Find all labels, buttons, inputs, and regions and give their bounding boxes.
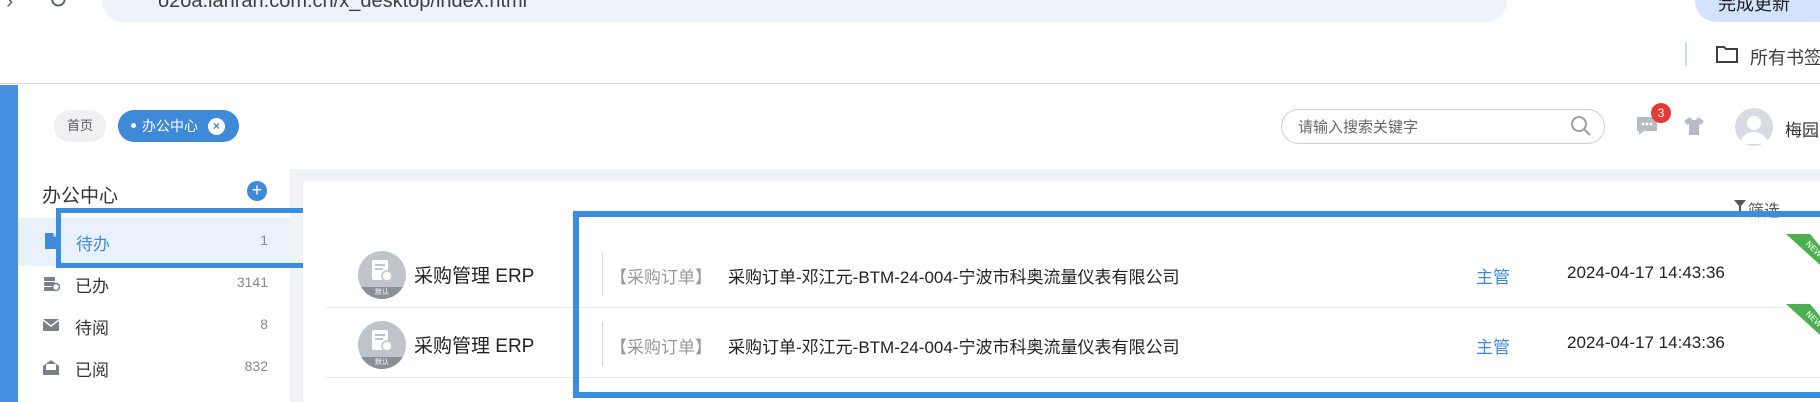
stack-icon: [44, 277, 60, 292]
todo-highlight-box: [56, 208, 312, 268]
app-badge: 默认: [358, 287, 406, 299]
app-icon: 默认: [358, 251, 406, 299]
sidebar-item-to-read[interactable]: 待阅 8: [18, 302, 290, 350]
sidebar-item-count: 832: [244, 358, 268, 374]
app-badge: 默认: [358, 357, 406, 369]
user-name[interactable]: 梅园: [1785, 116, 1819, 141]
update-button-label: 完成更新: [1718, 0, 1790, 14]
back-arrow-icon[interactable]: ›: [6, 0, 13, 14]
user-icon: [1740, 116, 1768, 144]
bookmarks-divider: [1685, 42, 1687, 66]
folder-icon[interactable]: [1715, 44, 1739, 64]
bookmarks-bar: [0, 30, 1820, 84]
sidebar-item-count: 8: [260, 316, 268, 332]
app-name: 采购管理 ERP: [414, 266, 535, 287]
reload-icon[interactable]: ↻: [48, 0, 68, 15]
shirt-icon[interactable]: [1683, 115, 1705, 137]
open-mail-icon: [43, 360, 59, 375]
form-icon: [372, 260, 393, 282]
sidebar-item-label: 待阅: [75, 319, 109, 338]
sidebar-item-count: 3141: [236, 274, 268, 290]
form-icon: [372, 330, 393, 352]
search-icon[interactable]: [1570, 115, 1592, 137]
app-icon: 默认: [358, 321, 406, 369]
left-accent-bar: [0, 85, 18, 402]
rows-highlight-box: [573, 211, 1820, 398]
sidebar-item-read[interactable]: 已阅 832: [18, 344, 290, 392]
search-input[interactable]: [1296, 116, 1556, 138]
sidebar-item-label: 已阅: [75, 361, 109, 380]
tab-office-label: 办公中心: [142, 118, 198, 134]
message-count-badge: 3: [1651, 103, 1671, 123]
add-icon[interactable]: +: [247, 181, 267, 201]
app-name: 采购管理 ERP: [414, 336, 535, 357]
close-icon[interactable]: ×: [208, 118, 225, 135]
avatar[interactable]: [1735, 108, 1773, 146]
tab-home[interactable]: 首页: [54, 110, 106, 142]
all-bookmarks-link[interactable]: 所有书签: [1750, 44, 1820, 70]
active-dot-icon: [131, 122, 136, 128]
mail-icon: [42, 319, 60, 331]
address-url[interactable]: o2oa.lanran.com.cn/x_desktop/index.html: [158, 0, 527, 13]
sidebar-item-label: 已办: [75, 277, 109, 296]
sidebar-title: 办公中心: [42, 186, 119, 207]
